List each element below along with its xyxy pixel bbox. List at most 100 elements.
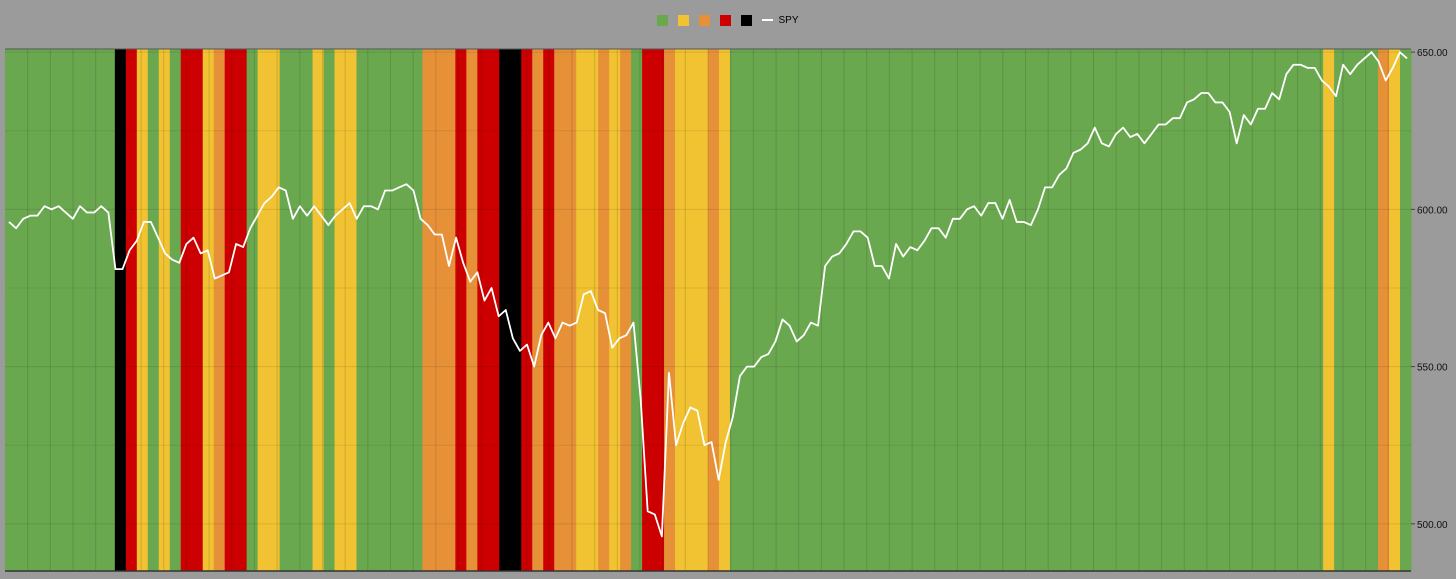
regime-band: [26, 49, 39, 571]
regime-band: [1389, 49, 1401, 571]
regime-band: [301, 49, 314, 571]
regime-band: [59, 49, 72, 571]
regime-band: [1136, 49, 1148, 571]
regime-band: [1257, 49, 1269, 571]
regime-band: [784, 49, 797, 571]
regime-band: [1026, 49, 1039, 571]
regime-band: [587, 49, 599, 571]
regime-band: [1367, 49, 1379, 571]
y-tick-label: 500.00: [1417, 520, 1448, 531]
regime-band: [850, 49, 863, 571]
regime-band: [147, 49, 160, 571]
regime-band: [642, 49, 654, 571]
regime-band: [740, 49, 753, 571]
regime-band: [400, 49, 413, 571]
regime-band: [15, 49, 28, 571]
regime-band: [927, 49, 940, 571]
regime-band: [81, 49, 94, 571]
regime-band: [367, 49, 380, 571]
regime-band: [1290, 49, 1302, 571]
y-tick-label: 550.00: [1417, 363, 1448, 374]
regime-band: [861, 49, 874, 571]
regime-band: [213, 49, 226, 571]
regime-band: [631, 49, 643, 571]
regime-band: [620, 49, 632, 571]
regime-band: [971, 49, 984, 571]
regime-band: [5, 49, 17, 571]
regime-band: [477, 49, 489, 571]
regime-band: [916, 49, 929, 571]
regime-band: [532, 49, 544, 571]
regime-band: [103, 49, 116, 571]
regime-band: [960, 49, 973, 571]
regime-band: [1191, 49, 1203, 571]
regime-band: [982, 49, 995, 571]
regime-band: [488, 49, 500, 571]
regime-band: [708, 49, 720, 571]
regime-band: [202, 49, 215, 571]
regime-band: [686, 49, 698, 571]
regime-band: [729, 49, 742, 571]
regime-band: [1158, 49, 1170, 571]
regime-band: [290, 49, 303, 571]
regime-band: [279, 49, 292, 571]
regime-band: [1323, 49, 1335, 571]
regime-band: [356, 49, 369, 571]
regime-band: [345, 49, 358, 571]
regime-band: [795, 49, 808, 571]
y-tick-label: 650.00: [1417, 48, 1448, 59]
regime-band: [839, 49, 852, 571]
y-axis: 500.00 550.00 600.00 650.00: [1411, 48, 1448, 531]
regime-band: [718, 49, 731, 571]
regime-band: [422, 49, 434, 571]
regime-band: [191, 49, 204, 571]
chart-area: 500.00 550.00 600.00 650.00: [5, 48, 1448, 572]
regime-band: [246, 49, 259, 571]
regime-band: [389, 49, 402, 571]
regime-band: [334, 49, 347, 571]
regime-band: [762, 49, 775, 571]
regime-band: [235, 49, 248, 571]
regime-band: [1125, 49, 1137, 571]
regime-band: [510, 49, 522, 571]
regime-band: [1334, 49, 1346, 571]
y-tick-label: 600.00: [1417, 205, 1448, 216]
regime-band: [1268, 49, 1280, 571]
regime-band: [92, 49, 105, 571]
regime-band: [1301, 49, 1313, 571]
regime-band: [37, 49, 50, 571]
regime-band: [1048, 49, 1061, 571]
regime-band: [1312, 49, 1324, 571]
regime-band: [894, 49, 907, 571]
regime-band: [125, 49, 138, 571]
regime-band: [828, 49, 841, 571]
regime-band: [455, 49, 467, 571]
regime-band: [433, 49, 445, 571]
regime-band: [1070, 49, 1083, 571]
regime-band: [1180, 49, 1192, 571]
regime-band: [257, 49, 270, 571]
regime-band: [1202, 49, 1214, 571]
regime-band: [444, 49, 456, 571]
regime-band: [993, 49, 1006, 571]
regime-band: [1169, 49, 1181, 571]
regime-band: [466, 49, 478, 571]
regime-band: [169, 49, 182, 571]
regime-band: [609, 49, 621, 571]
regime-band: [576, 49, 588, 571]
regime-band: [224, 49, 237, 571]
regime-band: [664, 49, 676, 571]
regime-band: [1103, 49, 1116, 571]
regime-band: [905, 49, 918, 571]
regime-band: [1037, 49, 1050, 571]
regime-band: [158, 49, 171, 571]
regime-band: [268, 49, 281, 571]
regime-band: [872, 49, 885, 571]
regime-band: [949, 49, 962, 571]
regime-band: [1213, 49, 1225, 571]
regime-band: [1345, 49, 1357, 571]
regime-band: [1400, 49, 1412, 571]
regime-band: [378, 49, 391, 571]
regime-band: [697, 49, 709, 571]
regime-band: [938, 49, 951, 571]
